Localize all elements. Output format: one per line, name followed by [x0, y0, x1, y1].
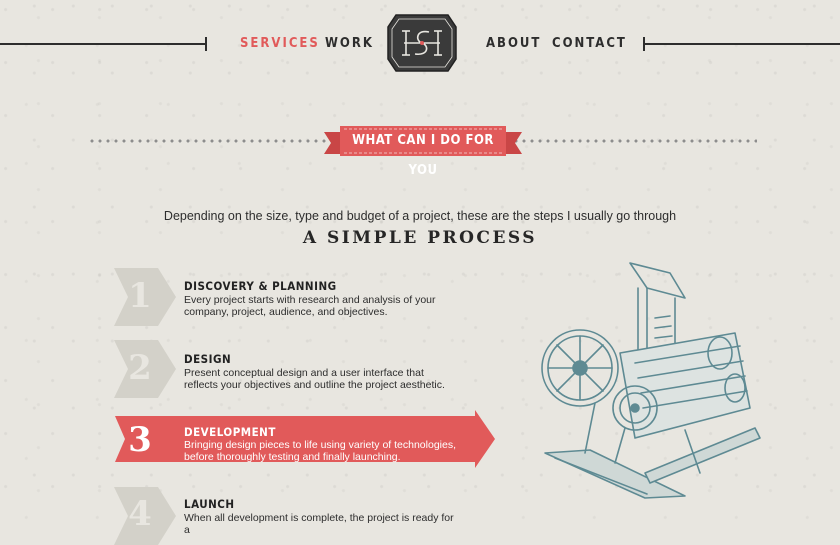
step-2-title: DESIGN [184, 352, 232, 366]
section-heading: A SIMPLE PROCESS [302, 228, 538, 248]
dotted-rule-left [88, 139, 333, 143]
dotted-rule-right [512, 139, 757, 143]
step-1-title: DISCOVERY & PLANNING [184, 279, 337, 293]
step-1-description: Every project starts with research and a… [184, 294, 436, 318]
nav-line-right [643, 37, 840, 51]
logo-monogram-icon[interactable] [386, 13, 458, 73]
nav-about[interactable]: ABOUT [486, 36, 541, 51]
step-4-number: 4 [128, 494, 152, 534]
section-intro: Depending on the size, type and budget o… [163, 209, 677, 223]
nav-line-left [0, 37, 207, 51]
step-2-number: 2 [128, 348, 152, 388]
nav-services[interactable]: SERVICES [240, 36, 320, 51]
step-3-number: 3 [128, 420, 152, 460]
step-4-description: When all development is complete, the pr… [184, 512, 454, 536]
step-3-title: DEVELOPMENT [184, 425, 276, 439]
nav-contact[interactable]: CONTACT [552, 36, 627, 51]
printing-press-illustration [541, 262, 761, 499]
step-1-number: 1 [128, 276, 152, 316]
section-banner-label: WHAT CAN I DO FOR YOU [352, 133, 494, 178]
step-3-description: Bringing design pieces to life using var… [184, 439, 456, 463]
nav-work[interactable]: WORK [325, 36, 374, 51]
step-2-description: Present conceptual design and a user int… [184, 367, 445, 391]
step-4-title: LAUNCH [184, 497, 235, 511]
